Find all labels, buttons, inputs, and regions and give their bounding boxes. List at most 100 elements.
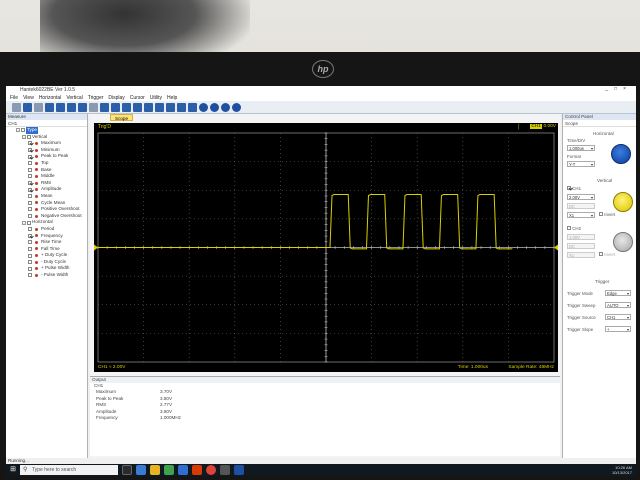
ch2-coupling[interactable]: DC <box>567 243 595 249</box>
ch1-probe-select[interactable]: X1 <box>567 212 595 218</box>
menu-horizontal[interactable]: Horizontal <box>39 95 62 101</box>
checkbox[interactable] <box>28 260 32 265</box>
save-icon[interactable] <box>23 102 32 112</box>
ch2-probe[interactable]: X1 <box>567 252 595 258</box>
ch2-enable[interactable]: CH2 <box>567 226 581 231</box>
ch2-invert[interactable]: Invert <box>599 252 615 257</box>
measure-channel[interactable]: CH1 <box>6 120 87 127</box>
checkbox[interactable] <box>28 194 32 199</box>
windows-start-icon[interactable]: ⊞ <box>6 464 20 476</box>
menu-view[interactable]: View <box>23 95 34 101</box>
collapse-icon[interactable]: - <box>16 128 20 133</box>
chrome-icon[interactable] <box>206 465 216 475</box>
ch2-volts[interactable]: 1.00V <box>567 234 595 240</box>
measure-item[interactable]: Base <box>6 167 87 174</box>
channel-icon[interactable] <box>100 102 109 112</box>
mail-icon[interactable] <box>178 465 188 475</box>
reference-icon[interactable] <box>133 102 142 112</box>
measure-item[interactable]: + Pulse Width <box>6 265 87 272</box>
checkbox[interactable] <box>28 233 32 238</box>
tree-root-type[interactable]: - Type <box>6 127 87 134</box>
checkbox[interactable] <box>599 252 603 256</box>
checkbox[interactable] <box>28 246 32 251</box>
file-explorer-icon[interactable] <box>150 465 160 475</box>
trigger-mode-select[interactable]: Edge <box>605 290 631 296</box>
store-icon[interactable] <box>164 465 174 475</box>
math-icon[interactable] <box>111 102 120 112</box>
checkbox[interactable] <box>567 186 571 190</box>
cursor-icon[interactable] <box>78 102 87 112</box>
measure-item[interactable]: Rise Time <box>6 239 87 246</box>
window-controls[interactable]: _□× <box>605 86 632 92</box>
measure-item[interactable]: Maximum <box>6 140 87 147</box>
measure-item[interactable]: - Duty Cycle <box>6 259 87 266</box>
format-select[interactable]: Y-T <box>567 161 595 167</box>
minimize-button[interactable]: _ <box>605 86 614 92</box>
ch2-volts-knob[interactable] <box>613 232 633 252</box>
tree-group-vertical[interactable]: - Vertical <box>6 134 87 141</box>
trigger-slope-select[interactable]: + <box>605 326 631 332</box>
checkbox[interactable] <box>28 200 32 205</box>
open-icon[interactable] <box>12 102 21 112</box>
waveform-icon[interactable] <box>144 102 153 112</box>
play-icon[interactable] <box>210 102 219 112</box>
checkbox[interactable] <box>27 134 31 139</box>
time-div-select[interactable]: 1.000us <box>567 145 595 151</box>
ch1-coupling[interactable]: DC <box>567 203 595 209</box>
measure-item[interactable]: Peak to Peak <box>6 153 87 160</box>
grid-icon[interactable] <box>56 102 65 112</box>
persist-icon[interactable] <box>155 102 164 112</box>
checkbox[interactable] <box>27 220 31 225</box>
checkbox[interactable] <box>28 266 32 271</box>
checkbox[interactable] <box>21 128 25 133</box>
tree-group-horizontal[interactable]: - Horizontal <box>6 219 87 226</box>
checkbox[interactable] <box>567 226 571 230</box>
control-mode[interactable]: Scope <box>563 120 636 127</box>
measure-item[interactable]: + Duty Cycle <box>6 252 87 259</box>
measure-item[interactable]: - Pulse Width <box>6 272 87 279</box>
fft-icon[interactable] <box>122 102 131 112</box>
checkbox[interactable] <box>28 273 32 278</box>
stop-icon[interactable] <box>199 102 208 112</box>
checkbox[interactable] <box>28 154 32 159</box>
measure-item[interactable]: Amplitude <box>6 186 87 193</box>
menu-file[interactable]: File <box>10 95 18 101</box>
menu-help[interactable]: Help <box>167 95 177 101</box>
measure-item[interactable]: Minimum <box>6 147 87 154</box>
checkbox[interactable] <box>599 212 603 216</box>
print-icon[interactable] <box>34 102 43 112</box>
zoom-icon[interactable] <box>45 102 54 112</box>
checkbox[interactable] <box>28 240 32 245</box>
measure-item[interactable]: RMS <box>6 180 87 187</box>
pause-icon[interactable] <box>221 102 230 112</box>
trigger-source-select[interactable]: CH1 <box>605 314 631 320</box>
record-icon[interactable] <box>188 102 197 112</box>
ch1-enable[interactable]: CH1 <box>567 186 581 191</box>
menu-vertical[interactable]: Vertical <box>66 95 82 101</box>
checkbox[interactable] <box>28 174 32 179</box>
edge-icon[interactable] <box>136 465 146 475</box>
measure-item[interactable]: Mean <box>6 193 87 200</box>
app-icon[interactable] <box>220 465 230 475</box>
checkbox[interactable] <box>28 148 32 153</box>
checkbox[interactable] <box>28 207 32 212</box>
autoset-icon[interactable] <box>166 102 175 112</box>
time-knob[interactable] <box>611 144 631 164</box>
hantek-app-icon[interactable] <box>234 465 244 475</box>
close-button[interactable]: × <box>623 86 632 92</box>
checkbox[interactable] <box>28 214 32 219</box>
oscilloscope-display[interactable]: Trig'D ⌠ CH1 0.00V CH1 ≈ 2.00V Time: 1.0… <box>94 123 558 372</box>
menu-cursor[interactable]: Cursor <box>130 95 145 101</box>
trigger-sweep-select[interactable]: AUTO <box>605 302 631 308</box>
checkbox[interactable] <box>28 181 32 186</box>
ch1-ground-marker[interactable] <box>94 244 98 251</box>
office-icon[interactable] <box>192 465 202 475</box>
trigger-level-marker[interactable] <box>554 244 558 251</box>
checkbox[interactable] <box>28 227 32 232</box>
calibrate-icon[interactable] <box>177 102 186 112</box>
measure-item[interactable]: Period <box>6 226 87 233</box>
measure-item[interactable]: Frequency <box>6 233 87 240</box>
measure-item[interactable]: Top <box>6 160 87 167</box>
help-icon[interactable] <box>232 102 241 112</box>
measure-item[interactable]: Positive Overshoot <box>6 206 87 213</box>
